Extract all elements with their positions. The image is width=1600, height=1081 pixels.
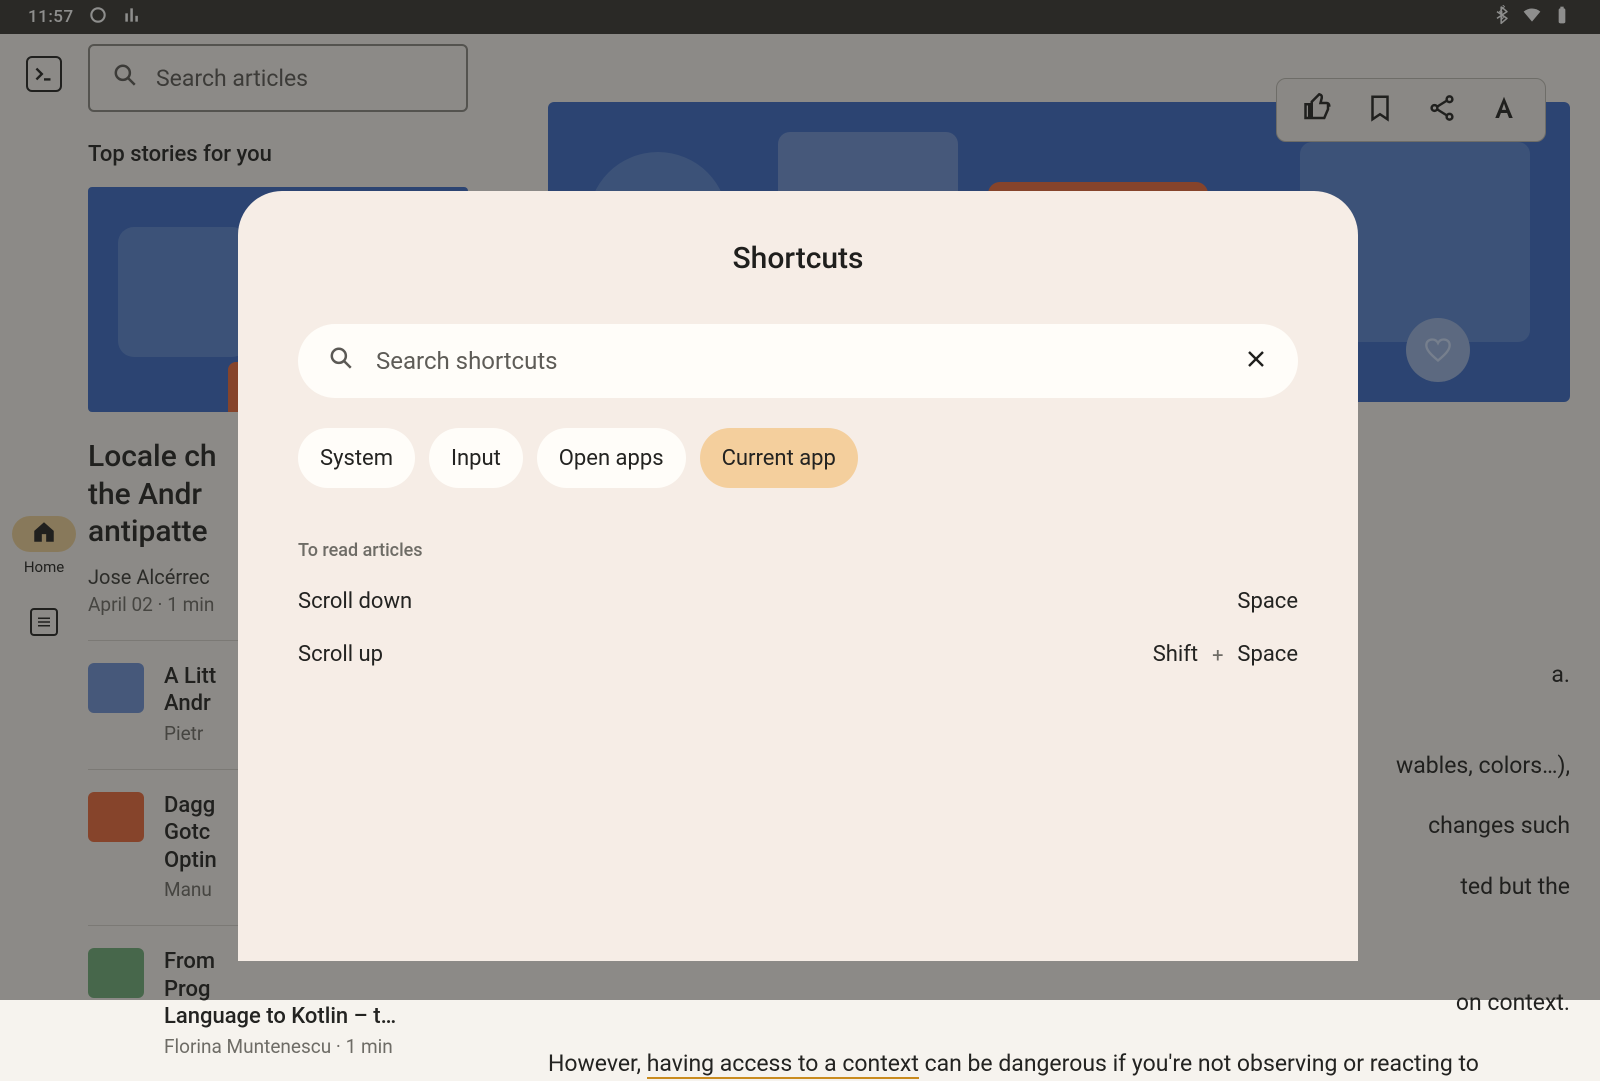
shortcut-search-placeholder: Search shortcuts — [376, 347, 558, 375]
shortcuts-dialog: Shortcuts Search shortcuts System Input … — [238, 191, 1358, 961]
list-item-title: Language to Kotlin – t… — [164, 1003, 396, 1031]
shortcut-row: Scroll up Shift + Space — [298, 642, 1298, 667]
chip-current-app[interactable]: Current app — [700, 428, 858, 488]
shortcut-row: Scroll down Space — [298, 589, 1298, 614]
chip-system[interactable]: System — [298, 428, 415, 488]
filter-chips: System Input Open apps Current app — [298, 428, 1298, 488]
chip-input[interactable]: Input — [429, 428, 523, 488]
chip-label: System — [320, 446, 393, 471]
shortcut-action: Scroll up — [298, 642, 383, 667]
highlighted-text: having access to a context — [647, 1050, 919, 1079]
shortcut-action: Scroll down — [298, 589, 412, 614]
shortcut-section-label: To read articles — [298, 540, 1298, 561]
search-icon — [328, 345, 354, 377]
chip-label: Open apps — [559, 446, 664, 471]
article-text: However, having access to a context can … — [548, 1047, 1570, 1081]
shortcut-search-input[interactable]: Search shortcuts — [298, 324, 1298, 398]
plus-icon: + — [1212, 643, 1223, 667]
dialog-title: Shortcuts — [298, 241, 1298, 276]
shortcut-key: Shift — [1153, 642, 1198, 667]
article-text-span: can be dangerous if you're not observing… — [919, 1050, 1479, 1077]
chip-label: Input — [451, 446, 501, 471]
chip-label: Current app — [722, 446, 836, 471]
shortcut-key: Space — [1237, 642, 1298, 667]
shortcut-key: Space — [1237, 589, 1298, 614]
clear-icon[interactable] — [1244, 345, 1268, 378]
chip-open-apps[interactable]: Open apps — [537, 428, 686, 488]
article-text-span: However, — [548, 1050, 647, 1077]
list-item-author: Florina Muntenescu · 1 min — [164, 1035, 396, 1058]
